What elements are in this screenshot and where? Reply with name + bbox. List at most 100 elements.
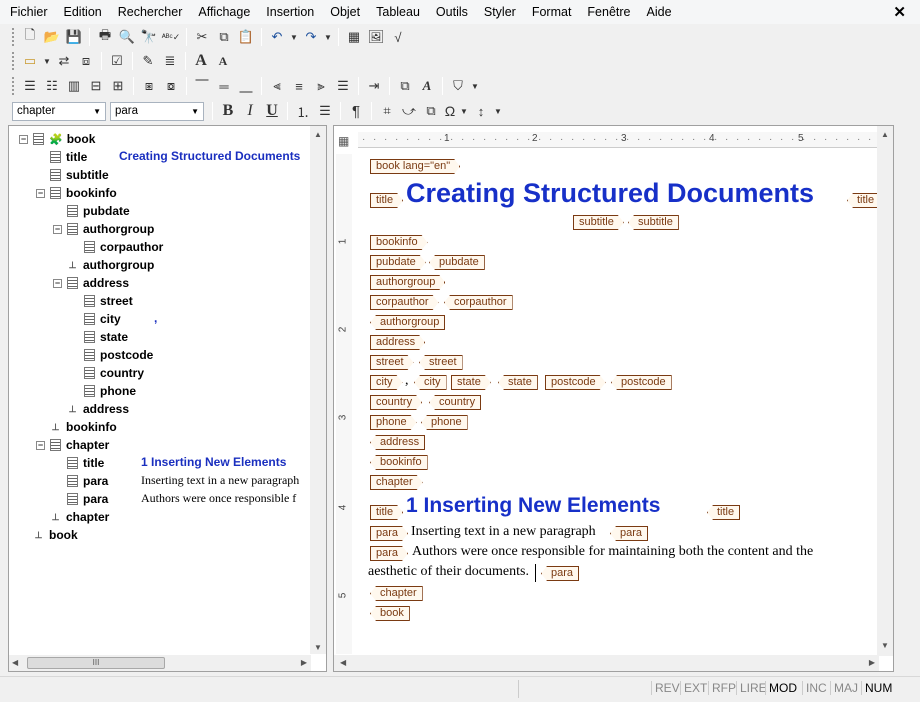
undo-icon[interactable]: ↶ (266, 26, 288, 48)
tag-bookinfo-open[interactable]: bookinfo (370, 235, 428, 250)
para1-text[interactable]: Inserting text in a new paragraph (411, 524, 596, 540)
city-text[interactable]: , (405, 373, 409, 389)
tree-node-chapter[interactable]: ⊥ chapter (36, 508, 110, 526)
tag-phone-open[interactable]: phone (370, 415, 417, 430)
tag-country-open[interactable]: country (370, 395, 422, 410)
special-char-dropdown-icon[interactable]: ▼ (458, 100, 470, 122)
split-cells-icon[interactable]: ⧇ (160, 75, 182, 97)
tag-postcode-close[interactable]: postcode (611, 375, 672, 390)
print-icon[interactable]: 🖶 (94, 26, 116, 48)
increase-font-icon[interactable]: A (190, 50, 212, 72)
tag-address-close[interactable]: address (370, 435, 426, 450)
tag-state-close[interactable]: state (498, 375, 538, 390)
new-document-icon[interactable]: 🗋 (19, 26, 41, 48)
scroll-up-icon[interactable]: ▲ (314, 130, 322, 139)
collapse-icon[interactable]: − (53, 224, 62, 234)
change-element-icon[interactable]: ⇄ (53, 50, 75, 72)
validate-icon[interactable]: ☑ (106, 50, 128, 72)
tag-para2-open[interactable]: para (370, 546, 408, 561)
menu-objet[interactable]: Objet (322, 0, 368, 24)
tag-para1-close[interactable]: para (610, 526, 649, 541)
save-icon[interactable]: 💾 (63, 26, 85, 48)
bold-button[interactable]: B (217, 100, 239, 122)
toolbar-grip[interactable] (12, 28, 15, 46)
menu-outils[interactable]: Outils (428, 0, 476, 24)
tree-node-street[interactable]: street (70, 292, 133, 310)
toolbar-grip[interactable] (12, 52, 15, 70)
insert-link-icon[interactable]: ⧉ (420, 100, 442, 122)
decrease-font-icon[interactable]: A (212, 50, 234, 72)
align-center-icon[interactable]: ≡ (288, 75, 310, 97)
table-insert-col-icon[interactable]: ☷ (41, 75, 63, 97)
tree-node-authorgroup[interactable]: ⊥ authorgroup (53, 256, 155, 274)
align-left-icon[interactable]: ⫷ (266, 75, 288, 97)
tag-authorgroup-open[interactable]: authorgroup (370, 275, 445, 290)
scroll-thumb[interactable]: III (27, 657, 165, 669)
scroll-left-icon[interactable]: ◀ (12, 658, 18, 667)
numbered-list-icon[interactable]: ⒈ (292, 100, 314, 122)
tag-street-open[interactable]: street (370, 355, 414, 370)
tree-node-bookinfo[interactable]: ⊥ bookinfo (36, 418, 117, 436)
tree-node-authorgroup[interactable]: − authorgroup (53, 220, 154, 238)
valign-top-icon[interactable]: ⎺ (191, 75, 213, 97)
italic-button[interactable]: I (239, 100, 261, 122)
tree-node-para[interactable]: para (53, 472, 108, 490)
tag-chapter-title-open[interactable]: title (370, 505, 403, 520)
tag-bookinfo-close[interactable]: bookinfo (370, 455, 428, 470)
tag-para1-open[interactable]: para (370, 526, 408, 541)
close-icon[interactable]: ✕ (893, 3, 906, 21)
toolbar-grip[interactable] (12, 77, 15, 95)
styles-icon[interactable]: ≣ (159, 50, 181, 72)
tag-title-close[interactable]: title (847, 193, 881, 208)
page-break-icon[interactable]: ⧉ (394, 75, 416, 97)
align-justify-icon[interactable]: ☰ (332, 75, 354, 97)
document-editor-pane[interactable]: ▦ 123456································… (333, 125, 894, 672)
tree-node-address[interactable]: − address (53, 274, 129, 292)
insert-image-icon[interactable]: 🖼 (365, 26, 387, 48)
fill-color-dropdown-icon[interactable]: ▼ (469, 75, 481, 97)
document-horizontal-scrollbar[interactable]: ◀ ▶ (334, 655, 879, 671)
line-spacing-icon[interactable]: ↕ (470, 100, 492, 122)
document-title[interactable]: Creating Structured Documents (406, 178, 814, 209)
tree-horizontal-scrollbar[interactable]: ◀ III ▶ (9, 655, 311, 671)
menu-tableau[interactable]: Tableau (368, 0, 428, 24)
tag-book-open[interactable]: book lang="en" (370, 159, 460, 174)
spellcheck-icon[interactable]: ᴬᴮᶜ✓ (160, 26, 182, 48)
font-style-icon[interactable]: A (416, 75, 438, 97)
tree-node-para[interactable]: para (53, 490, 108, 508)
tag-book-close[interactable]: book (370, 606, 410, 621)
fill-color-icon[interactable]: ⛉ (447, 75, 469, 97)
insert-element-dropdown-icon[interactable]: ▼ (41, 50, 53, 72)
tag-city-close[interactable]: city (414, 375, 447, 390)
copy-icon[interactable]: ⧉ (213, 26, 235, 48)
scroll-down-icon[interactable]: ▼ (881, 641, 889, 650)
special-char-button[interactable]: Ω (442, 100, 458, 122)
merge-cells-icon[interactable]: ⧆ (138, 75, 160, 97)
document-vertical-scrollbar[interactable]: ▲ ▼ (877, 126, 893, 656)
line-spacing-dropdown-icon[interactable]: ▼ (492, 100, 504, 122)
tag-pubdate-close[interactable]: pubdate (429, 255, 485, 270)
table-delete-row-icon[interactable]: ⊟ (85, 75, 107, 97)
structure-tree-pane[interactable]: − 🧩 book title Creating Structured Documents… (8, 125, 327, 672)
pilcrow-button[interactable]: ¶ (345, 100, 367, 122)
tree-node-postcode[interactable]: postcode (70, 346, 153, 364)
element-type-select[interactable]: chapter ▼ (12, 101, 106, 121)
paste-icon[interactable]: 📋 (235, 26, 257, 48)
tree-node-title[interactable]: title (53, 454, 104, 472)
tree-node-address[interactable]: ⊥ address (53, 400, 129, 418)
tag-country-close[interactable]: country (429, 395, 482, 410)
valign-middle-icon[interactable]: ═ (213, 75, 235, 97)
para2-text-line2[interactable]: aesthetic of their documents. (368, 564, 529, 580)
insert-xref-icon[interactable]: ⤻ (398, 100, 420, 122)
menu-styler[interactable]: Styler (476, 0, 524, 24)
menu-format[interactable]: Format (524, 0, 580, 24)
table-delete-col-icon[interactable]: ⊞ (107, 75, 129, 97)
tag-subtitle-open[interactable]: subtitle (573, 215, 624, 230)
tag-address-open[interactable]: address (370, 335, 425, 350)
tag-pubdate-open[interactable]: pubdate (370, 255, 426, 270)
tag-chapter-open[interactable]: chapter (370, 475, 423, 490)
tag-corpauthor-open[interactable]: corpauthor (370, 295, 439, 310)
tag-authorgroup-close[interactable]: authorgroup (370, 315, 446, 330)
para2-text-line1[interactable]: Authors were once responsible for mainta… (412, 544, 813, 560)
insert-table-icon[interactable]: ▦ (343, 26, 365, 48)
